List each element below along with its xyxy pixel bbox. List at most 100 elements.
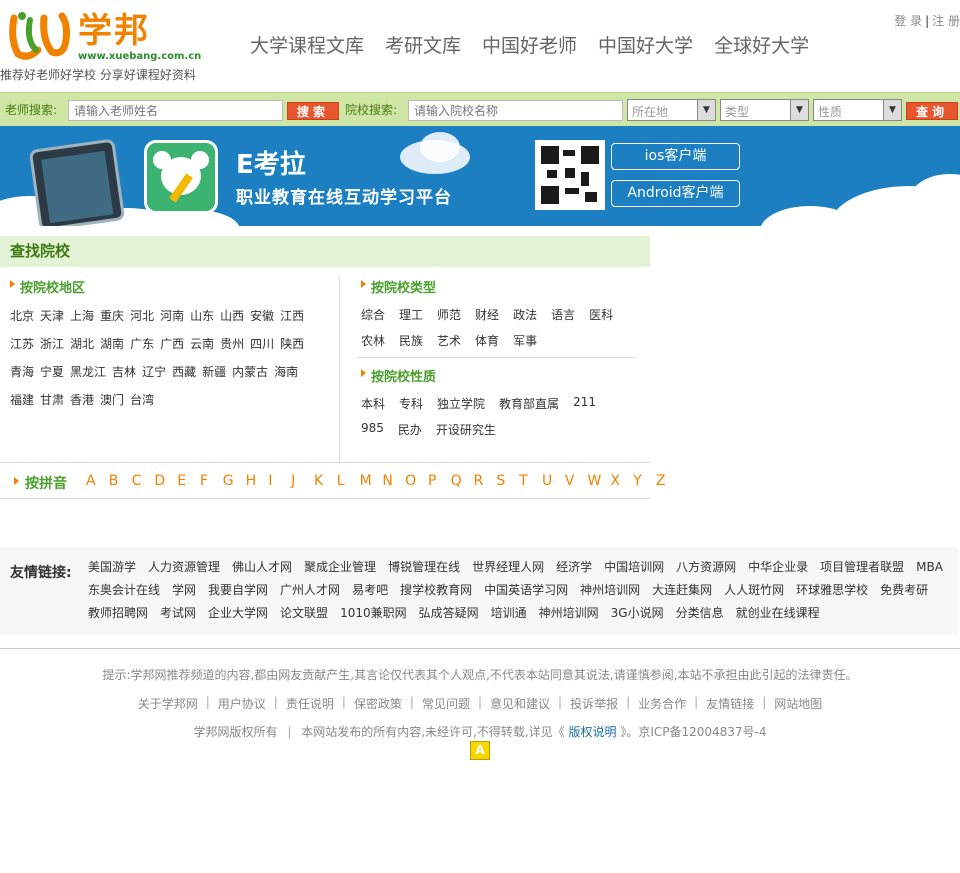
footer-link[interactable]: 网站地图 xyxy=(774,695,822,712)
region-link[interactable]: 河南 xyxy=(160,308,184,324)
pinyin-letter-link[interactable]: N xyxy=(382,473,405,489)
nature-link[interactable]: 开设研究生 xyxy=(436,421,496,438)
friend-link[interactable]: 神州培训网 xyxy=(539,605,599,621)
region-link[interactable]: 吉林 xyxy=(112,364,136,380)
type-link[interactable]: 语言 xyxy=(551,306,575,323)
footer-link[interactable]: 责任说明 xyxy=(286,695,334,712)
pinyin-letter-link[interactable]: E xyxy=(177,473,200,489)
friend-link[interactable]: 大连赶集网 xyxy=(652,582,712,598)
school-search-button[interactable]: 查询 xyxy=(906,102,958,120)
trust-badge-icon[interactable]: A xyxy=(470,741,490,760)
nature-link[interactable]: 民办 xyxy=(398,421,422,438)
type-link[interactable]: 民族 xyxy=(399,332,423,349)
pinyin-letter-link[interactable]: J xyxy=(291,473,314,489)
type-select[interactable]: 类型 ▼ xyxy=(720,99,809,121)
copyright-link[interactable]: 版权说明 xyxy=(568,725,616,739)
pinyin-letter-link[interactable]: Q xyxy=(451,473,474,489)
region-link[interactable]: 浙江 xyxy=(40,336,64,352)
region-link[interactable]: 湖南 xyxy=(100,336,124,352)
nature-link[interactable]: 专科 xyxy=(399,395,423,412)
region-link[interactable]: 广东 xyxy=(130,336,154,352)
friend-link[interactable]: 人人斑竹网 xyxy=(724,582,784,598)
friend-link[interactable]: 中国培训网 xyxy=(604,559,664,575)
login-link[interactable]: 登 录 xyxy=(894,14,922,28)
region-link[interactable]: 山西 xyxy=(220,308,244,324)
friend-link[interactable]: 搜学校教育网 xyxy=(400,582,472,598)
region-link[interactable]: 重庆 xyxy=(100,308,124,324)
friend-link[interactable]: 分类信息 xyxy=(676,605,724,621)
friend-link[interactable]: 中华企业录 xyxy=(748,559,808,575)
nav-item[interactable]: 中国好大学 xyxy=(598,31,693,58)
type-link[interactable]: 体育 xyxy=(475,332,499,349)
nav-item[interactable]: 中国好老师 xyxy=(482,31,577,58)
region-link[interactable]: 安徽 xyxy=(250,308,274,324)
region-link[interactable]: 宁夏 xyxy=(40,364,64,380)
pinyin-letter-link[interactable]: C xyxy=(132,473,155,489)
friend-link[interactable]: 企业大学网 xyxy=(208,605,268,621)
friend-link[interactable]: 论文联盟 xyxy=(280,605,328,621)
footer-link[interactable]: 用户协议 xyxy=(218,695,266,712)
friend-link[interactable]: 人力资源管理 xyxy=(148,559,220,575)
app-banner[interactable]: E考拉 职业教育在线互动学习平台 ios客户端 Android客户端 xyxy=(0,126,960,226)
friend-link[interactable]: 学网 xyxy=(172,582,196,598)
region-link[interactable]: 广西 xyxy=(160,336,184,352)
pinyin-letter-link[interactable]: G xyxy=(223,473,246,489)
footer-link[interactable]: 常见问题 xyxy=(422,695,470,712)
friend-link[interactable]: 就创业在线课程 xyxy=(736,605,820,621)
region-link[interactable]: 四川 xyxy=(250,336,274,352)
nature-select[interactable]: 性质 ▼ xyxy=(813,99,902,121)
pinyin-letter-link[interactable]: P xyxy=(428,473,451,489)
nav-item[interactable]: 考研文库 xyxy=(385,31,461,58)
pinyin-letter-link[interactable]: K xyxy=(314,473,337,489)
pinyin-letter-link[interactable]: I xyxy=(268,473,291,489)
pinyin-letter-link[interactable]: R xyxy=(474,473,497,489)
region-link[interactable]: 澳门 xyxy=(100,392,124,408)
footer-link[interactable]: 关于学邦网 xyxy=(138,695,198,712)
location-select[interactable]: 所在地 ▼ xyxy=(627,99,716,121)
friend-link[interactable]: 神州培训网 xyxy=(580,582,640,598)
friend-link[interactable]: 易考吧 xyxy=(352,582,388,598)
pinyin-letter-link[interactable]: T xyxy=(519,473,542,489)
pinyin-letter-link[interactable]: A xyxy=(86,473,109,489)
type-link[interactable]: 师范 xyxy=(437,306,461,323)
type-link[interactable]: 理工 xyxy=(399,306,423,323)
friend-link[interactable]: 弘成答疑网 xyxy=(419,605,479,621)
footer-link[interactable]: 保密政策 xyxy=(354,695,402,712)
register-link[interactable]: 注 册 xyxy=(932,14,960,28)
type-link[interactable]: 财经 xyxy=(475,306,499,323)
region-link[interactable]: 湖北 xyxy=(70,336,94,352)
region-link[interactable]: 内蒙古 xyxy=(232,364,268,380)
teacher-search-input[interactable] xyxy=(68,100,283,121)
pinyin-letter-link[interactable]: Z xyxy=(656,473,679,489)
pinyin-letter-link[interactable]: X xyxy=(610,473,633,489)
region-link[interactable]: 西藏 xyxy=(172,364,196,380)
friend-link[interactable]: 世界经理人网 xyxy=(472,559,544,575)
type-link[interactable]: 艺术 xyxy=(437,332,461,349)
friend-link[interactable]: 东奥会计在线 xyxy=(88,582,160,598)
region-link[interactable]: 贵州 xyxy=(220,336,244,352)
footer-link[interactable]: 投诉举报 xyxy=(570,695,618,712)
region-link[interactable]: 上海 xyxy=(70,308,94,324)
type-link[interactable]: 农林 xyxy=(361,332,385,349)
friend-link[interactable]: 美国游学 xyxy=(88,559,136,575)
region-link[interactable]: 北京 xyxy=(10,308,34,324)
region-link[interactable]: 福建 xyxy=(10,392,34,408)
pinyin-letter-link[interactable]: M xyxy=(360,473,383,489)
type-link[interactable]: 医科 xyxy=(589,306,613,323)
friend-link[interactable]: 1010兼职网 xyxy=(340,605,407,621)
footer-link[interactable]: 友情链接 xyxy=(706,695,754,712)
nature-link[interactable]: 独立学院 xyxy=(437,395,485,412)
type-link[interactable]: 军事 xyxy=(513,332,537,349)
friend-link[interactable]: 免费考研 xyxy=(880,582,928,598)
footer-link[interactable]: 意见和建议 xyxy=(490,695,550,712)
friend-link[interactable]: 项目管理者联盟 xyxy=(820,559,904,575)
ios-client-button[interactable]: ios客户端 xyxy=(611,143,740,170)
region-link[interactable]: 青海 xyxy=(10,364,34,380)
android-client-button[interactable]: Android客户端 xyxy=(611,180,740,207)
region-link[interactable]: 辽宁 xyxy=(142,364,166,380)
friend-link[interactable]: 聚成企业管理 xyxy=(304,559,376,575)
friend-link[interactable]: 中国英语学习网 xyxy=(484,582,568,598)
region-link[interactable]: 海南 xyxy=(274,364,298,380)
region-link[interactable]: 黑龙江 xyxy=(70,364,106,380)
pinyin-letter-link[interactable]: D xyxy=(154,473,177,489)
